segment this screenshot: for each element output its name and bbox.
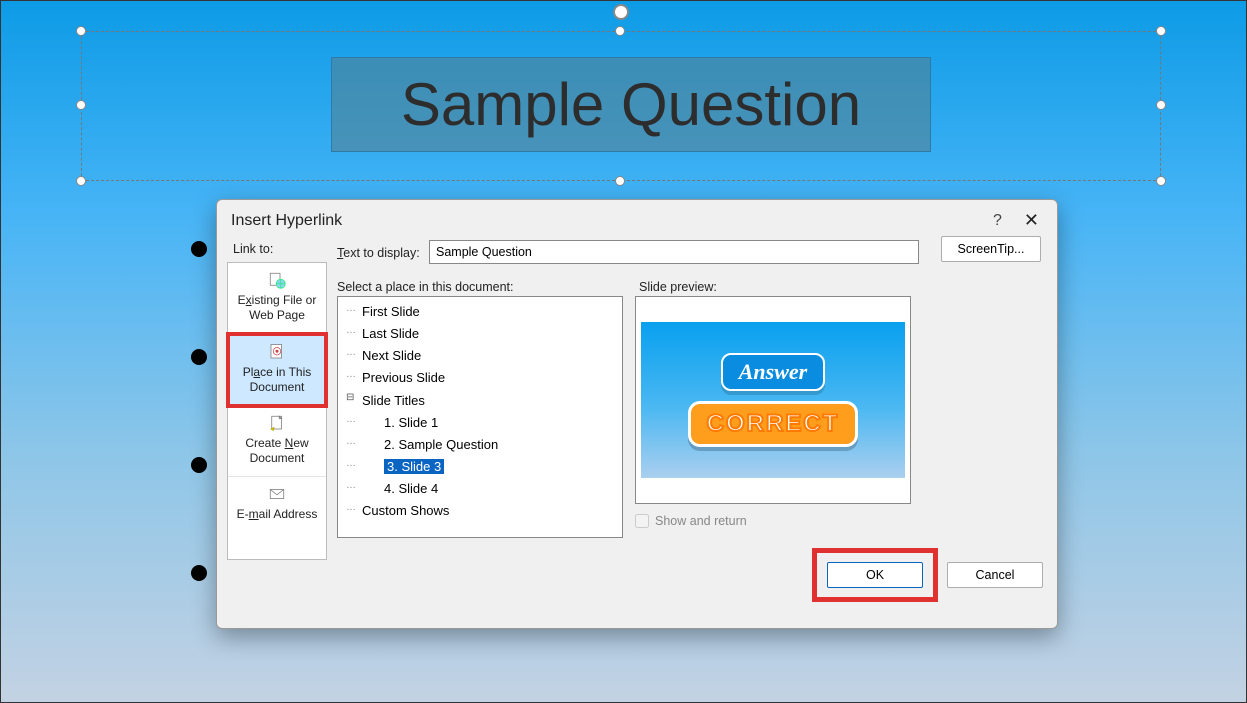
tree-next-slide[interactable]: Next Slide — [340, 345, 620, 367]
insert-hyperlink-dialog: Insert Hyperlink ? ✕ Link to: Existing F… — [216, 199, 1058, 629]
slide-background: Sample Question Insert Hyperlink ? ✕ Lin… — [0, 0, 1247, 703]
resize-handle-mr[interactable] — [1156, 100, 1166, 110]
resize-handle-bl[interactable] — [76, 176, 86, 186]
tree-first-slide[interactable]: First Slide — [340, 301, 620, 323]
tree-last-slide[interactable]: Last Slide — [340, 323, 620, 345]
text-to-display-label: Text to display: — [337, 246, 420, 260]
linkto-label-3: E-mail Address — [237, 507, 318, 521]
tree-slide-4[interactable]: 4. Slide 4 — [340, 478, 620, 500]
resize-handle-tr[interactable] — [1156, 26, 1166, 36]
linkto-create-new[interactable]: Create New Document — [228, 406, 326, 477]
slide-preview: Answer CORRECT — [635, 296, 911, 504]
linkto-label-0: Existing File or Web Page — [238, 293, 317, 322]
preview-answer-badge: Answer — [721, 353, 825, 391]
resize-handle-bm[interactable] — [615, 176, 625, 186]
ok-button[interactable]: OK — [827, 562, 923, 588]
slide-preview-label: Slide preview: — [639, 280, 717, 294]
tree-slide-titles-head[interactable]: Slide Titles — [340, 390, 620, 412]
text-to-display-input[interactable] — [429, 240, 919, 264]
body-bullets — [191, 241, 207, 673]
dialog-title-text: Insert Hyperlink — [231, 212, 342, 230]
linkto-existing-file[interactable]: Existing File or Web Page — [228, 263, 326, 334]
tree-slide-1[interactable]: 1. Slide 1 — [340, 412, 620, 434]
envelope-icon — [268, 485, 286, 503]
tree-slide-3[interactable]: 3. Slide 3 — [340, 456, 620, 478]
rotate-handle[interactable] — [613, 4, 629, 20]
help-icon[interactable]: ? — [993, 212, 1002, 230]
linkto-place-in-document[interactable]: Place in This Document — [228, 334, 326, 406]
document-tree[interactable]: First Slide Last Slide Next Slide Previo… — [337, 296, 623, 538]
tree-slide-titles[interactable]: Slide Titles 1. Slide 1 2. Sample Questi… — [340, 390, 620, 501]
globe-page-icon — [268, 271, 286, 289]
document-target-icon — [268, 343, 286, 361]
show-and-return-input — [635, 514, 649, 528]
linkto-label-2: Create New Document — [245, 436, 308, 465]
link-to-label: Link to: — [233, 242, 273, 256]
select-place-label: Select a place in this document: — [337, 280, 514, 294]
tree-previous-slide[interactable]: Previous Slide — [340, 367, 620, 389]
new-document-icon — [268, 414, 286, 432]
resize-handle-tl[interactable] — [76, 26, 86, 36]
slide-preview-thumb: Answer CORRECT — [641, 322, 905, 478]
linkto-email[interactable]: E-mail Address — [228, 477, 326, 532]
resize-handle-ml[interactable] — [76, 100, 86, 110]
dialog-titlebar: Insert Hyperlink ? ✕ — [217, 200, 1057, 237]
preview-correct-badge: CORRECT — [688, 401, 859, 447]
show-and-return-checkbox: Show and return — [635, 514, 747, 528]
linkto-label-1: Place in This Document — [243, 365, 312, 394]
show-and-return-label: Show and return — [655, 514, 747, 528]
link-to-panel: Existing File or Web Page Place in This … — [227, 262, 327, 560]
close-icon[interactable]: ✕ — [1020, 210, 1043, 231]
tree-slide-2[interactable]: 2. Sample Question — [340, 434, 620, 456]
resize-handle-br[interactable] — [1156, 176, 1166, 186]
tree-custom-shows[interactable]: Custom Shows — [340, 500, 620, 522]
screentip-button[interactable]: ScreenTip... — [941, 236, 1041, 262]
cancel-button[interactable]: Cancel — [947, 562, 1043, 588]
resize-handle-tm[interactable] — [615, 26, 625, 36]
slide-title-text[interactable]: Sample Question — [331, 57, 931, 152]
